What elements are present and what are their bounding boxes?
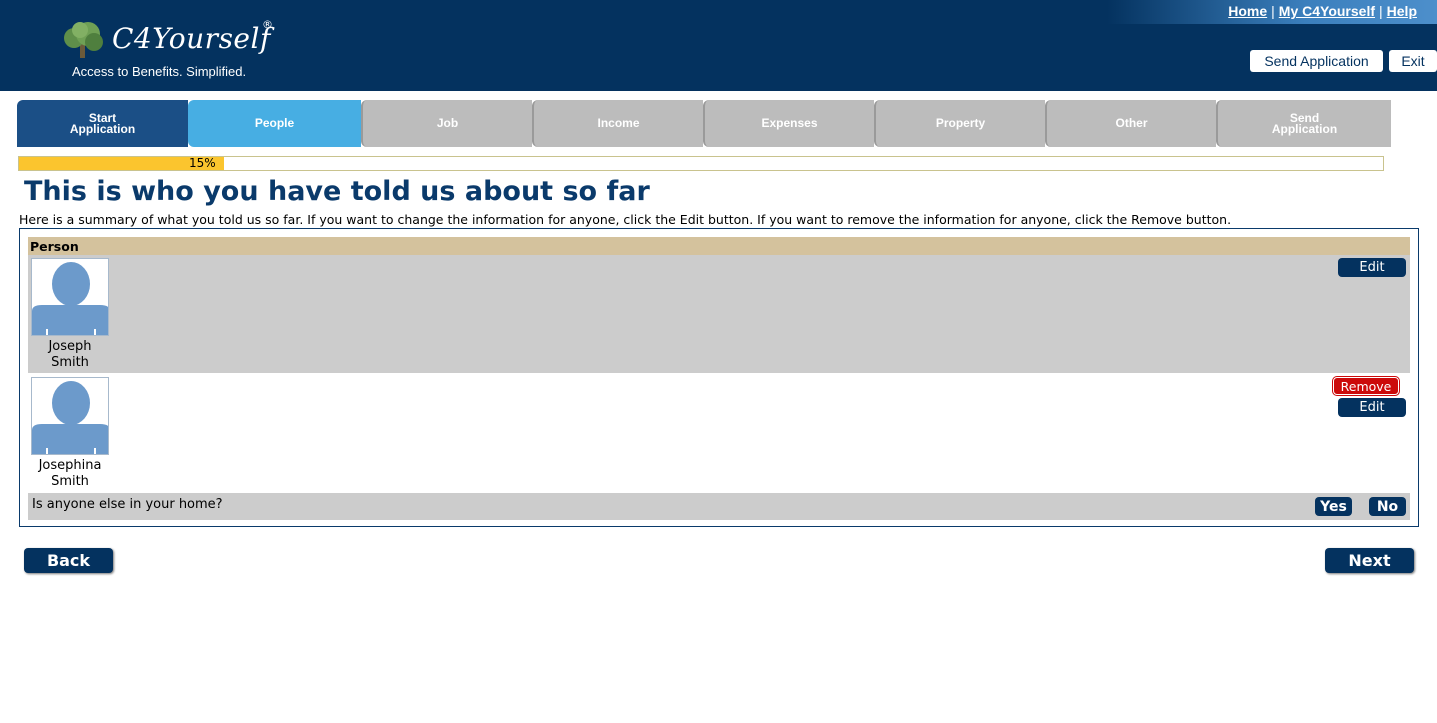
intro-text: Here is a summary of what you told us so… [19,212,1232,227]
step-start-application[interactable]: Start Application [17,100,188,147]
link-separator: | [1271,3,1275,19]
edit-button[interactable]: Edit [1338,398,1406,417]
logo-tagline: Access to Benefits. Simplified. [72,64,247,79]
logo-wordmark: C4Yourself [112,22,271,55]
person-name: Josephina Smith [38,458,102,489]
person-column-header: Person [28,237,1410,255]
avatar-icon [31,377,109,455]
yes-button[interactable]: Yes [1315,497,1352,516]
help-link[interactable]: Help [1387,3,1417,19]
step-send-application[interactable]: Send Application [1216,100,1391,147]
edit-button[interactable]: Edit [1338,258,1406,277]
step-income[interactable]: Income [532,100,703,147]
tree-logo-icon [60,20,106,60]
step-expenses[interactable]: Expenses [703,100,874,147]
step-other[interactable]: Other [1045,100,1216,147]
people-summary: Person Joseph Smith Edit Josephina Smith… [19,228,1419,527]
link-separator: | [1379,3,1383,19]
top-links: Home | My C4Yourself | Help [1228,3,1417,19]
send-application-button[interactable]: Send Application [1250,50,1383,72]
step-navigation: Start Application People Job Income Expe… [17,100,1393,147]
question-text: Is anyone else in your home? [32,497,223,512]
person-name: Joseph Smith [48,339,92,370]
no-button[interactable]: No [1369,497,1406,516]
step-job[interactable]: Job [361,100,532,147]
person-row: Josephina Smith Remove Edit [28,374,1410,492]
person-row: Joseph Smith Edit [28,255,1410,373]
exit-button[interactable]: Exit [1389,50,1437,72]
page-title: This is who you have told us about so fa… [24,176,650,207]
my-c4yourself-link[interactable]: My C4Yourself [1279,3,1375,19]
next-button[interactable]: Next [1325,548,1414,573]
home-link[interactable]: Home [1228,3,1267,19]
progress-bar: 15% [18,156,1384,171]
progress-label: 15% [189,156,216,170]
site-header: C4Yourself ® Access to Benefits. Simplif… [0,0,1437,91]
registered-mark: ® [262,18,273,31]
step-people[interactable]: People [188,100,361,147]
avatar-icon [31,258,109,336]
back-button[interactable]: Back [24,548,113,573]
remove-button[interactable]: Remove [1333,377,1399,395]
step-property[interactable]: Property [874,100,1045,147]
anyone-else-question: Is anyone else in your home? Yes No [28,493,1410,520]
